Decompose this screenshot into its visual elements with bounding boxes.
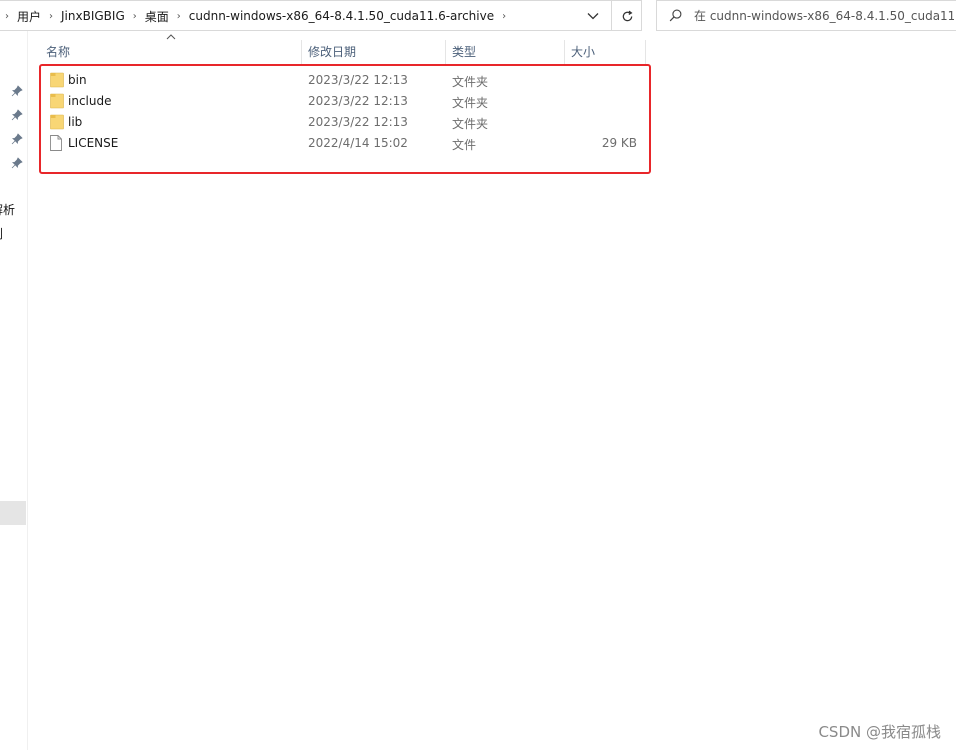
file-modified: 2023/3/22 12:13 — [308, 94, 408, 108]
file-row[interactable]: include 2023/3/22 12:13 文件夹 — [43, 91, 643, 112]
file-name: lib — [68, 115, 83, 129]
column-divider[interactable] — [645, 40, 646, 64]
search-box[interactable] — [656, 0, 956, 31]
chevron-right-icon[interactable]: › — [172, 11, 186, 22]
chevron-right-icon[interactable]: › — [0, 11, 14, 22]
breadcrumb: › 用户 › JinxBIGBIG › 桌面 › cudnn-windows-x… — [0, 1, 511, 31]
search-icon — [669, 9, 682, 22]
nav-item-label[interactable]: 解析 — [0, 201, 15, 218]
file-type: 文件夹 — [452, 75, 489, 89]
folder-icon — [50, 93, 64, 109]
column-header-size[interactable]: 大小 — [565, 40, 645, 62]
file-type: 文件夹 — [452, 117, 489, 131]
pin-icon[interactable] — [11, 109, 23, 121]
file-row[interactable]: lib 2023/3/22 12:13 文件夹 — [43, 112, 643, 133]
file-modified: 2023/3/22 12:13 — [308, 73, 408, 87]
refresh-button[interactable] — [611, 1, 642, 31]
pin-icon[interactable] — [11, 85, 23, 97]
address-dropdown-button[interactable] — [578, 1, 608, 31]
file-name: LICENSE — [68, 136, 119, 150]
nav-item-selected[interactable] — [0, 501, 26, 525]
file-row[interactable]: LICENSE 2022/4/14 15:02 文件 29 KB — [43, 133, 643, 154]
chevron-right-icon[interactable]: › — [497, 11, 511, 22]
column-header-name[interactable]: 名称 — [40, 40, 301, 62]
folder-icon — [50, 72, 64, 88]
nav-item-label[interactable]: 别 — [0, 225, 3, 242]
folder-icon — [50, 114, 64, 130]
file-type: 文件 — [452, 138, 477, 152]
column-header-modified[interactable]: 修改日期 — [302, 40, 445, 62]
chevron-right-icon[interactable]: › — [128, 11, 142, 22]
file-type: 文件夹 — [452, 96, 489, 110]
refresh-icon — [622, 10, 632, 21]
watermark: CSDN @我宿孤栈 — [818, 723, 941, 741]
column-header-type[interactable]: 类型 — [446, 40, 564, 62]
file-row[interactable]: bin 2023/3/22 12:13 文件夹 — [43, 70, 643, 91]
file-name: bin — [68, 73, 87, 87]
pin-icon[interactable] — [11, 157, 23, 169]
navigation-pane[interactable]: 解析 别 — [0, 31, 28, 750]
chevron-right-icon[interactable]: › — [44, 11, 58, 22]
address-bar[interactable]: › 用户 › JinxBIGBIG › 桌面 › cudnn-windows-x… — [0, 0, 642, 31]
breadcrumb-users[interactable]: 用户 — [14, 8, 44, 25]
file-icon — [50, 135, 64, 151]
search-input[interactable] — [694, 8, 954, 23]
chevron-down-icon — [587, 13, 599, 20]
pin-icon[interactable] — [11, 133, 23, 145]
breadcrumb-desktop[interactable]: 桌面 — [142, 8, 172, 25]
breadcrumb-user[interactable]: JinxBIGBIG — [58, 9, 128, 23]
breadcrumb-current-folder[interactable]: cudnn-windows-x86_64-8.4.1.50_cuda11.6-a… — [186, 9, 497, 23]
file-size: 29 KB — [601, 136, 637, 150]
file-modified: 2023/3/22 12:13 — [308, 115, 408, 129]
file-name: include — [68, 94, 112, 108]
file-modified: 2022/4/14 15:02 — [308, 136, 408, 150]
